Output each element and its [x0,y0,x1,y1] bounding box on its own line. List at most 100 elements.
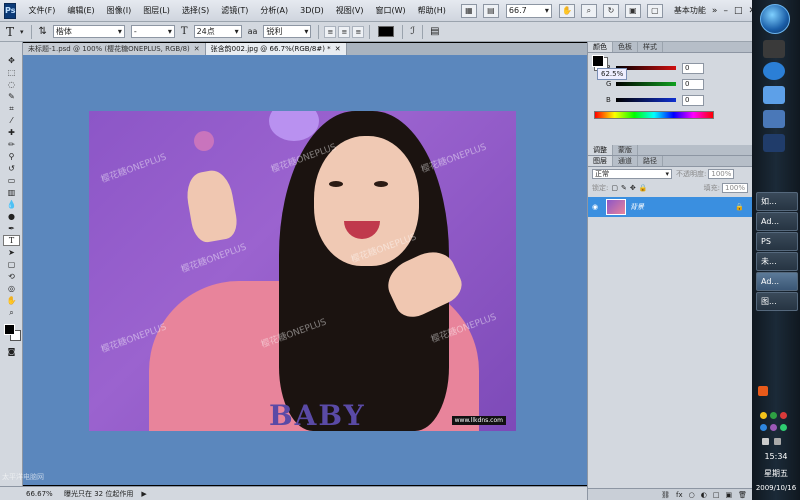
menu-window[interactable]: 窗口(W) [370,5,412,16]
pen-tool-icon[interactable]: ✒ [3,223,20,234]
bridge-icon[interactable]: ▦ [460,3,477,18]
tab-document-2[interactable]: 张含韵002.jpg @ 66.7%(RGB/8#) * ✕ [205,43,347,55]
healing-brush-tool-icon[interactable]: ✚ [3,127,20,138]
tab-layers[interactable]: 图层 [588,156,613,166]
quick-select-tool-icon[interactable]: ✎ [3,91,20,102]
tray-icon[interactable] [780,424,787,431]
blue-slider-track[interactable] [616,98,676,102]
move-tool-icon[interactable]: ✥ [3,55,20,66]
menu-analysis[interactable]: 分析(A) [254,5,294,16]
home-icon[interactable] [763,40,785,58]
zoom-icon[interactable]: ⌕ [580,3,597,18]
network-tray-icon[interactable] [774,438,781,445]
slider-red[interactable]: R0 [606,61,752,75]
tray-app-icon[interactable] [758,386,768,396]
type-tool-icon[interactable]: T [3,235,20,246]
new-layer-icon[interactable]: ▣ [725,491,732,499]
menu-help[interactable]: 帮助(H) [412,5,452,16]
color-swatches[interactable] [2,322,22,342]
hand-tool-icon[interactable]: ✋ [3,295,20,306]
link-layers-icon[interactable]: ⛓ [661,491,670,499]
photo-image[interactable]: 樱花糖ONEPLUS 樱花糖ONEPLUS 樱花糖ONEPLUS 樱花糖ONEP… [89,111,516,431]
menu-view[interactable]: 视图(V) [330,5,370,16]
chevron-down-icon[interactable]: ▾ [20,28,24,36]
eraser-tool-icon[interactable]: ▭ [3,175,20,186]
antialias-select[interactable]: 锐利 ▾ [263,25,312,38]
fill-field[interactable]: 100% [722,183,748,193]
brush-tool-icon[interactable]: ✏ [3,139,20,150]
marquee-tool-icon[interactable]: ⬚ [3,67,20,78]
blend-mode-select[interactable]: 正常 ▾ [592,169,672,179]
taskbar-button-2[interactable]: Ad... [756,212,798,231]
taskbar-button-5[interactable]: Ad... [756,272,798,291]
rotate-view-icon[interactable]: ↻ [602,3,619,18]
close-icon[interactable]: ✕ [335,45,341,53]
red-value-field[interactable]: 0 [682,62,704,74]
green-slider-track[interactable] [616,82,676,86]
switch-windows-icon[interactable] [763,110,785,128]
path-selection-tool-icon[interactable]: ➤ [3,247,20,258]
volume-icon[interactable] [762,438,769,445]
warp-text-icon[interactable]: ℐ [410,26,415,37]
status-zoom[interactable]: 66.67% [0,490,53,498]
tab-paths[interactable]: 路径 [638,156,663,166]
taskbar-button-3[interactable]: PS [756,232,798,251]
tray-icon[interactable] [760,424,767,431]
crop-tool-icon[interactable]: ⌗ [3,103,20,114]
clock-time[interactable]: 15:34 [752,452,800,461]
start-button[interactable] [760,4,790,34]
text-tool-preset-icon[interactable]: T [6,25,14,39]
slider-green[interactable]: G0 [606,77,752,91]
eyedropper-tool-icon[interactable]: ⁄ [3,115,20,126]
tray-icon[interactable] [770,412,777,419]
taskbar-button-4[interactable]: 未... [756,252,798,271]
green-value-field[interactable]: 0 [682,78,704,90]
minimize-button[interactable]: – [723,6,728,16]
clone-stamp-tool-icon[interactable]: ⚲ [3,151,20,162]
3d-orbit-tool-icon[interactable]: ◎ [3,283,20,294]
status-menu-arrow[interactable]: ▶ [141,490,146,498]
blur-tool-icon[interactable]: 💧 [3,199,20,210]
menu-edit[interactable]: 编辑(E) [61,5,100,16]
zoom-tool-icon[interactable]: ⌕ [3,307,20,318]
text-orientation-icon[interactable]: ⇅ [39,26,47,37]
layer-row[interactable]: ◉ 背景 🔒 [588,197,752,217]
dodge-tool-icon[interactable]: ● [3,211,20,222]
layer-name[interactable]: 背景 [630,202,644,212]
3d-rotate-tool-icon[interactable]: ⟲ [3,271,20,282]
shape-tool-icon[interactable]: ▢ [3,259,20,270]
taskbar-button-1[interactable]: 如... [756,192,798,211]
layer-style-icon[interactable]: fx [676,491,683,499]
network-icon[interactable] [763,134,785,152]
align-left-button[interactable]: ≡ [324,25,337,38]
tab-styles[interactable]: 样式 [638,42,663,52]
menu-image[interactable]: 图像(I) [101,5,138,16]
tab-document-1[interactable]: 未标题-1.psd @ 100% (樱花糖ONEPLUS, RGB/8) ✕ [23,43,206,55]
show-desktop-icon[interactable] [763,86,785,104]
tray-icon[interactable] [770,424,777,431]
blue-value-field[interactable]: 0 [682,94,704,106]
align-right-button[interactable]: ≡ [352,25,365,38]
lock-position-icon[interactable]: ✥ [630,184,636,192]
font-style-select[interactable]: - ▾ [130,25,175,38]
gradient-tool-icon[interactable]: ▥ [3,187,20,198]
trash-icon[interactable]: 🗑 [738,491,747,499]
close-icon[interactable]: ✕ [194,45,200,53]
menu-select[interactable]: 选择(S) [176,5,215,16]
text-color-swatch[interactable] [378,26,395,37]
slider-blue[interactable]: B0 [606,93,752,107]
lasso-tool-icon[interactable]: ◌ [3,79,20,90]
quick-mask-icon[interactable]: ◙ [3,346,20,357]
tray-icon[interactable] [760,412,767,419]
eye-icon[interactable]: ◉ [588,203,602,211]
menu-file[interactable]: 文件(F) [22,5,61,16]
tab-masks[interactable]: 蒙版 [613,145,638,155]
menu-3d[interactable]: 3D(D) [294,6,330,15]
opacity-field[interactable]: 100% [708,169,735,179]
arrange-documents-icon[interactable]: ▣ [624,3,641,18]
taskbar-button-6[interactable]: 图... [756,292,798,311]
tab-adjustments[interactable]: 调整 [588,145,613,155]
hand-icon[interactable]: ✋ [558,3,575,18]
chevron-right-icon[interactable]: » [712,6,718,16]
add-mask-icon[interactable]: ○ [689,491,695,499]
